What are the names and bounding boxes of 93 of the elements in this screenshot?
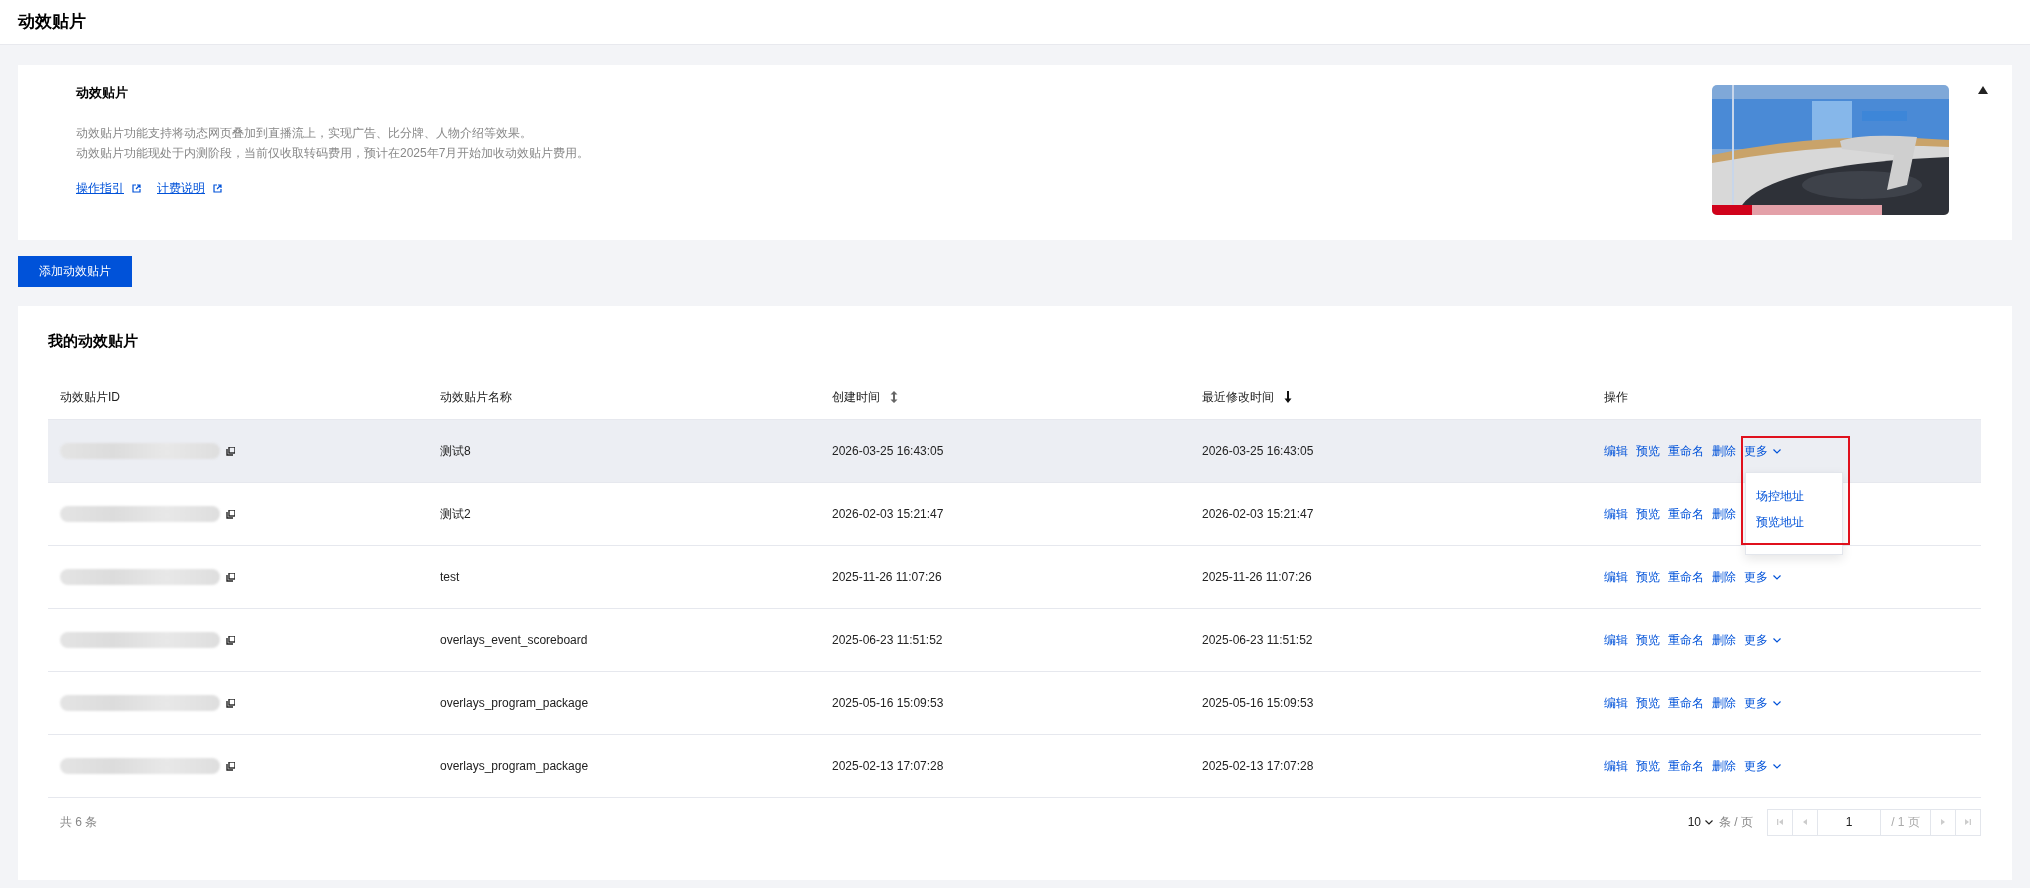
more-link[interactable]: 更多 (1744, 442, 1781, 460)
chevron-down-icon (1773, 574, 1781, 580)
column-header: 动效贴片ID (60, 388, 120, 406)
more-link[interactable]: 更多 (1744, 568, 1781, 586)
table-row[interactable]: overlays_program_package 2025-02-13 17:07:28 2025-02-13 17:07:28 编辑 预览 重命名 删除 更多 (48, 735, 1981, 798)
table-row[interactable]: overlays_event_scoreboard 2025-06-23 11:51:52 2025-06-23 11:51:52 编辑 预览 重命名 删除 更多 (48, 609, 1981, 672)
first-page-icon (1776, 818, 1784, 826)
table-row[interactable]: overlays_program_package 2025-05-16 15:09:53 2025-05-16 15:09:53 编辑 预览 重命名 删除 更多 (48, 672, 1981, 735)
page-title: 动效贴片 (18, 11, 87, 33)
chevron-down-icon (1773, 763, 1781, 769)
table-row[interactable]: 测试8 2026-03-25 16:43:05 2026-03-25 16:43:05 编辑 预览 重命名 删除 更多 (48, 420, 1981, 483)
table-cell: 2025-05-16 15:09:53 (832, 696, 944, 710)
action-link[interactable]: 重命名 (1668, 694, 1704, 712)
triangle-left-icon (1801, 818, 1809, 826)
more-link[interactable]: 更多 (1744, 631, 1781, 649)
action-link[interactable]: 编辑 (1604, 694, 1628, 712)
action-link[interactable]: 重命名 (1668, 442, 1704, 460)
copy-icon[interactable] (226, 761, 235, 771)
action-link[interactable]: 编辑 (1604, 505, 1628, 523)
table-cell: 2026-02-03 15:21:47 (832, 507, 944, 521)
table-cell: 2025-02-13 17:07:28 (832, 759, 944, 773)
column-header[interactable]: 创建时间 (832, 388, 880, 406)
action-link[interactable]: 删除 (1712, 694, 1736, 712)
chevron-down-icon (1773, 700, 1781, 706)
table-cell: 2026-02-03 15:21:47 (1202, 507, 1314, 521)
last-page-icon (1964, 818, 1972, 826)
table-title: 我的动效贴片 (48, 331, 139, 351)
page-size-select[interactable]: 10 (1687, 815, 1713, 829)
column-header: 操作 (1604, 388, 1628, 406)
column-header[interactable]: 最近修改时间 (1202, 388, 1274, 406)
copy-icon[interactable] (226, 635, 235, 645)
action-link[interactable]: 预览 (1636, 631, 1660, 649)
menu-item[interactable]: 预览地址 (1746, 509, 1842, 535)
more-link[interactable]: 更多 (1744, 757, 1781, 775)
table-cell: overlays_program_package (440, 696, 589, 710)
table-cell: test (440, 570, 460, 584)
copy-icon[interactable] (226, 698, 235, 708)
table-cell: 2025-02-13 17:07:28 (1202, 759, 1314, 773)
page-number-field[interactable]: 1 (1818, 809, 1881, 835)
action-link[interactable]: 预览 (1636, 694, 1660, 712)
copy-icon[interactable] (226, 509, 235, 519)
action-link[interactable]: 预览 (1636, 442, 1660, 460)
action-link[interactable]: 预览 (1636, 757, 1660, 775)
action-link[interactable]: 删除 (1712, 568, 1736, 586)
action-link[interactable]: 删除 (1712, 505, 1736, 523)
action-link[interactable]: 编辑 (1604, 631, 1628, 649)
chevron-down-icon (1705, 819, 1713, 825)
intro-description: 动效贴片功能支持将动态网页叠加到直播流上，实现广告、比分牌、人物介绍等效果。 (76, 125, 533, 142)
menu-item[interactable]: 场控地址 (1746, 483, 1842, 509)
copy-icon[interactable] (226, 572, 235, 582)
doc-link[interactable]: 操作指引 (76, 180, 141, 197)
sort-descending-icon[interactable] (1284, 391, 1292, 403)
page-total: / 1 页 (1881, 809, 1931, 835)
total-count: 共 6 条 (60, 813, 98, 831)
table-cell: 测试2 (440, 505, 471, 523)
table-cell: overlays_program_package (440, 759, 589, 773)
action-link[interactable]: 重命名 (1668, 568, 1704, 586)
column-header: 动效贴片名称 (440, 388, 512, 406)
intro-description: 动效贴片功能现处于内测阶段，当前仅收取转码费用，预计在2025年7月开始加收动效贴片费用。 (76, 145, 590, 162)
add-button[interactable]: 添加动效贴片 (18, 256, 132, 287)
copy-icon[interactable] (226, 446, 235, 456)
intro-title: 动效贴片 (76, 84, 129, 102)
action-link[interactable]: 编辑 (1604, 568, 1628, 586)
action-link[interactable]: 编辑 (1604, 442, 1628, 460)
chevron-down-icon (1773, 637, 1781, 643)
action-link[interactable]: 编辑 (1604, 757, 1628, 775)
chevron-down-icon (1773, 448, 1781, 454)
doc-link[interactable]: 计费说明 (157, 180, 222, 197)
table-cell: 2026-03-25 16:43:05 (832, 444, 944, 458)
triangle-right-icon (1939, 818, 1947, 826)
table-cell: 2025-11-26 11:07:26 (1202, 570, 1312, 584)
table-cell: overlays_event_scoreboard (440, 633, 588, 647)
table-cell: 2025-06-23 11:51:52 (832, 633, 943, 647)
action-link[interactable]: 预览 (1636, 568, 1660, 586)
external-link-icon (213, 184, 222, 193)
page-size-label: 条 / 页 (1719, 813, 1753, 831)
action-link[interactable]: 删除 (1712, 442, 1736, 460)
action-link[interactable]: 重命名 (1668, 757, 1704, 775)
more-link[interactable]: 更多 (1744, 694, 1781, 712)
sort-icon[interactable] (890, 391, 898, 403)
table-row[interactable]: test 2025-11-26 11:07:26 2025-11-26 11:07:26 编辑 预览 重命名 删除 更多 (48, 546, 1981, 609)
table-cell: 2025-06-23 11:51:52 (1202, 633, 1313, 647)
action-link[interactable]: 重命名 (1668, 631, 1704, 649)
external-link-icon (132, 184, 141, 193)
table-cell: 测试8 (440, 442, 471, 460)
action-link[interactable]: 预览 (1636, 505, 1660, 523)
action-link[interactable]: 删除 (1712, 757, 1736, 775)
action-link[interactable]: 删除 (1712, 631, 1736, 649)
table-cell: 2025-05-16 15:09:53 (1202, 696, 1314, 710)
action-link[interactable]: 重命名 (1668, 505, 1704, 523)
table-cell: 2026-03-25 16:43:05 (1202, 444, 1314, 458)
collapse-icon[interactable] (1978, 86, 1988, 94)
table-cell: 2025-11-26 11:07:26 (832, 570, 942, 584)
